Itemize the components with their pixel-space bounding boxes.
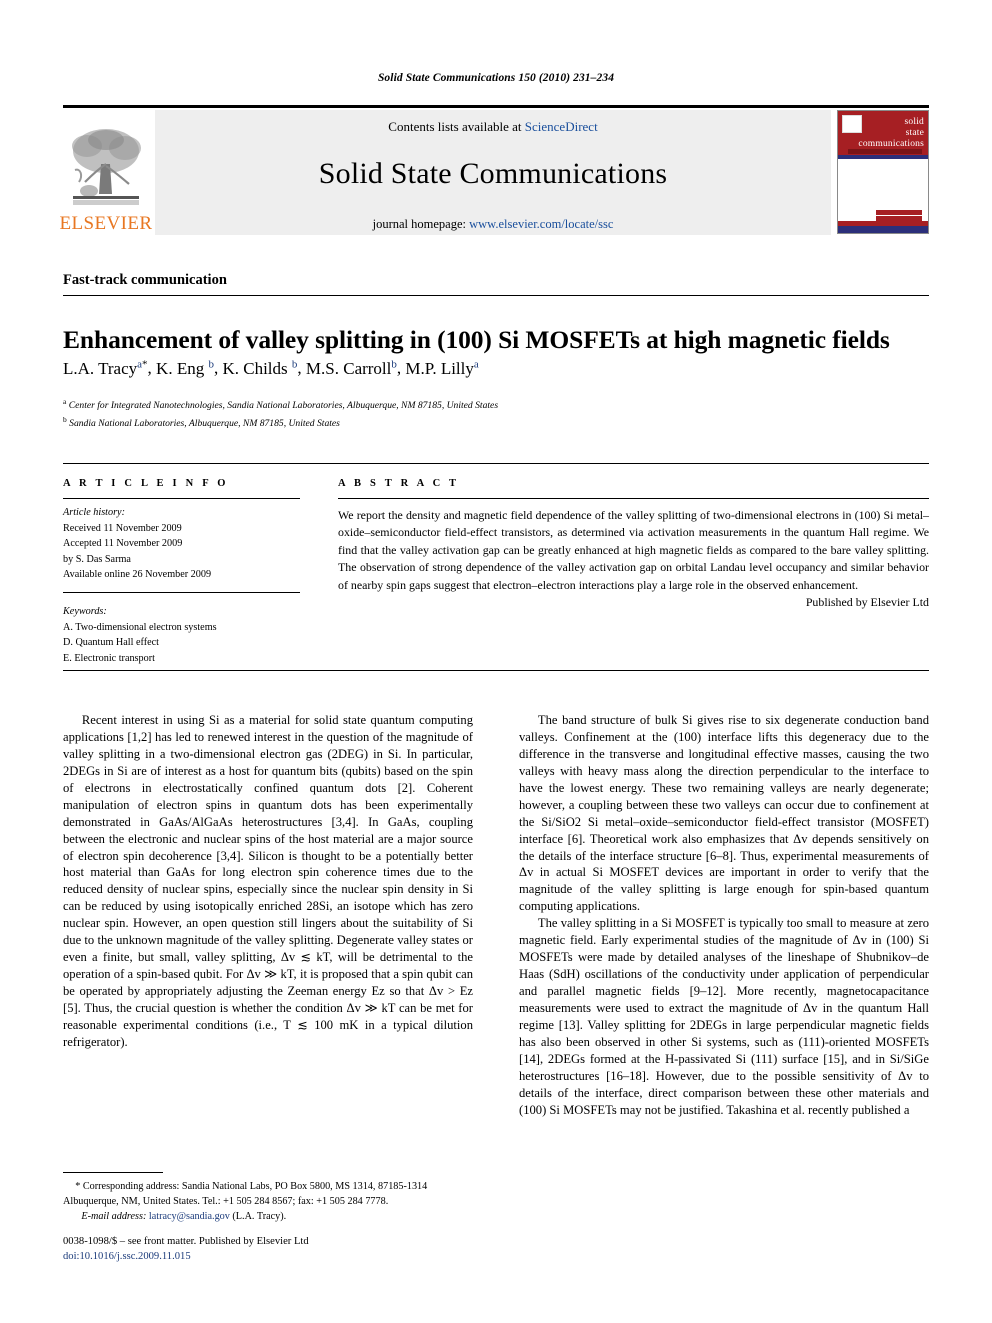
doi-line[interactable]: doi:10.1016/j.ssc.2009.11.015 bbox=[63, 1249, 523, 1264]
abstract-text: We report the density and magnetic field… bbox=[338, 508, 929, 592]
journal-cover-thumbnail: solid state communications bbox=[837, 110, 929, 234]
cover-mini-logo-icon bbox=[842, 115, 862, 133]
email-link[interactable]: latracy@sandia.gov bbox=[149, 1211, 230, 1222]
abstract-column: A B S T R A C T We report the density an… bbox=[338, 478, 929, 610]
author-name: M.P. Lilly bbox=[405, 358, 474, 378]
author-name: K. Childs bbox=[222, 358, 288, 378]
history-item: by S. Das Sarma bbox=[63, 553, 131, 565]
running-head: Solid State Communications 150 (2010) 23… bbox=[377, 72, 615, 84]
author-entry: M.S. Carrollb bbox=[305, 358, 397, 378]
abstract-heading: A B S T R A C T bbox=[338, 478, 460, 489]
author-name: M.S. Carroll bbox=[305, 358, 392, 378]
author-name: K. Eng bbox=[156, 358, 205, 378]
corresponding-address: * Corresponding address: Sandia National… bbox=[63, 1181, 428, 1207]
cover-title-line3: communications bbox=[858, 139, 924, 149]
affiliation-text: Center for Integrated Nanotechnologies, … bbox=[68, 400, 499, 412]
author-affil-mark: b bbox=[208, 358, 214, 370]
cover-title-line1: solid bbox=[904, 117, 924, 127]
article-history-group: Article history: Received 11 November 20… bbox=[63, 499, 300, 590]
affiliation-text: Sandia National Laboratories, Albuquerqu… bbox=[69, 417, 340, 429]
keywords-label: Keywords: bbox=[63, 606, 107, 617]
affiliation-list: a Center for Integrated Nanotechnologies… bbox=[63, 396, 943, 431]
author-entry: K. Eng b bbox=[156, 358, 214, 378]
corresponding-marker: * bbox=[142, 358, 148, 370]
article-info-column: A R T I C L E I N F O Article history: R… bbox=[63, 478, 300, 590]
body-paragraph: The band structure of bulk Si gives rise… bbox=[519, 713, 929, 914]
abstract-publisher-note: Published by Elsevier Ltd bbox=[805, 594, 929, 609]
article-info-heading: A R T I C L E I N F O bbox=[63, 478, 229, 489]
elsevier-tree-icon bbox=[67, 124, 145, 212]
body-paragraph: The valley splitting in a Si MOSFET is t… bbox=[519, 916, 929, 1117]
author-entry: M.P. Lillya bbox=[405, 358, 479, 378]
elsevier-wordmark: ELSEVIER bbox=[59, 213, 153, 234]
keywords-group: Keywords: A. Two-dimensional electron sy… bbox=[63, 600, 300, 673]
head-divider bbox=[63, 295, 929, 296]
elsevier-logo: ELSEVIER bbox=[60, 110, 152, 235]
author-name: L.A. Tracy bbox=[63, 358, 138, 378]
footnote-block: * Corresponding address: Sandia National… bbox=[63, 1180, 473, 1225]
cover-footer-strip-1 bbox=[876, 210, 922, 215]
history-item: Accepted 11 November 2009 bbox=[63, 538, 183, 549]
affiliation-mark: a bbox=[63, 397, 67, 406]
page-title: Enhancement of valley splitting in (100)… bbox=[63, 325, 890, 355]
colophon: 0038-1098/$ – see front matter. Publishe… bbox=[63, 1234, 523, 1265]
info-abstract-bottom-rule bbox=[63, 670, 929, 671]
body-paragraph: Recent interest in using Si as a materia… bbox=[63, 713, 473, 1049]
cover-title-line2: state bbox=[905, 128, 924, 138]
author-entry: L.A. Tracya* bbox=[63, 358, 148, 378]
body-column-left: Recent interest in using Si as a materia… bbox=[63, 712, 473, 1051]
keywords-top-rule bbox=[63, 592, 300, 593]
article-section-label: Fast-track communication bbox=[63, 272, 227, 288]
cover-subtitle-strip bbox=[848, 149, 922, 154]
sciencedirect-link[interactable]: ScienceDirect bbox=[525, 119, 598, 134]
email-owner: (L.A. Tracy). bbox=[232, 1210, 287, 1222]
body-column-right: The band structure of bulk Si gives rise… bbox=[519, 712, 929, 1119]
journal-band: Contents lists available at ScienceDirec… bbox=[155, 110, 831, 235]
history-item: Available online 26 November 2009 bbox=[63, 569, 212, 580]
author-affil-mark: a bbox=[473, 358, 479, 370]
affiliation-mark: b bbox=[63, 414, 67, 424]
affiliation-item: a Center for Integrated Nanotechnologies… bbox=[63, 396, 943, 414]
journal-homepage-line: journal homepage: www.elsevier.com/locat… bbox=[373, 217, 614, 232]
keyword-item: A. Two-dimensional electron systems bbox=[63, 621, 217, 633]
issn-line: 0038-1098/$ – see front matter. Publishe… bbox=[63, 1236, 309, 1247]
keyword-item: E. Electronic transport bbox=[63, 652, 155, 664]
affiliation-item: b Sandia National Laboratories, Albuquer… bbox=[63, 414, 943, 432]
history-item: Received 11 November 2009 bbox=[63, 522, 182, 534]
author-affil-mark: b bbox=[391, 358, 397, 370]
journal-article-page: Solid State Communications 150 (2010) 23… bbox=[0, 0, 992, 1323]
info-abstract-top-rule bbox=[63, 463, 929, 464]
author-entry: K. Childs b bbox=[222, 358, 298, 378]
author-affil-mark: b bbox=[291, 358, 298, 370]
author-list: L.A. Tracya*, K. Eng b, K. Childs b, M.S… bbox=[63, 358, 479, 378]
cover-footer-blue bbox=[838, 226, 928, 233]
email-label: E-mail address: bbox=[81, 1210, 147, 1222]
footnote-rule bbox=[63, 1172, 163, 1173]
email-line: E-mail address: latracy@sandia.gov (L.A.… bbox=[63, 1210, 473, 1225]
contents-available-line: Contents lists available at ScienceDirec… bbox=[388, 119, 597, 135]
article-history-label: Article history: bbox=[63, 507, 125, 518]
journal-title: Solid State Communications bbox=[318, 157, 668, 190]
contents-prefix: Contents lists available at bbox=[388, 119, 525, 134]
keyword-item: D. Quantum Hall effect bbox=[63, 637, 159, 648]
cover-blue-bar bbox=[838, 155, 928, 159]
journal-masthead: ELSEVIER Contents lists available at Sci… bbox=[60, 105, 929, 235]
homepage-prefix: journal homepage: bbox=[372, 217, 470, 231]
journal-homepage-link[interactable]: www.elsevier.com/locate/ssc bbox=[469, 217, 613, 231]
